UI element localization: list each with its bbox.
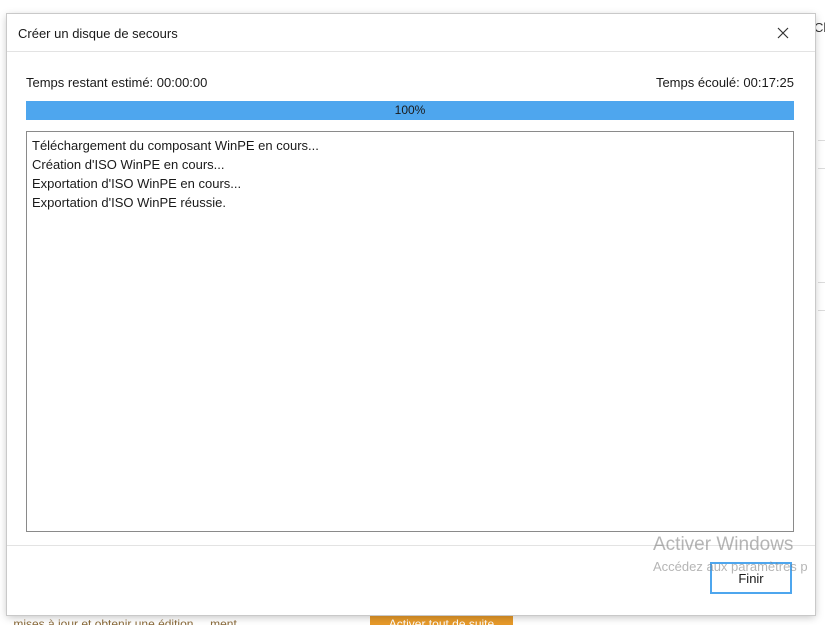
progress-bar: 100% (26, 101, 794, 120)
log-line: Exportation d'ISO WinPE réussie. (32, 195, 226, 210)
log-line: Création d'ISO WinPE en cours... (32, 157, 225, 172)
estimated-time-remaining: Temps restant estimé: 00:00:00 (26, 75, 208, 90)
finish-button[interactable]: Finir (710, 562, 792, 594)
elapsed-time: Temps écoulé: 00:17:25 (655, 75, 794, 90)
dialog-titlebar: Créer un disque de secours (7, 14, 815, 52)
close-button[interactable] (771, 22, 795, 44)
footer-divider (7, 545, 815, 546)
log-line: Téléchargement du composant WinPE en cou… (32, 138, 319, 153)
background-footer-text: ... mises à jour et obtenir une édition … (0, 617, 237, 625)
activate-now-button[interactable]: Activer tout de suite (370, 616, 513, 625)
log-output-box: Téléchargement du composant WinPE en cou… (26, 131, 794, 532)
close-icon (777, 27, 789, 39)
background-divider (818, 140, 825, 141)
progress-percent-label: 100% (394, 103, 426, 117)
rescue-disk-dialog: Créer un disque de secours Temps restant… (7, 14, 815, 615)
background-right-strip (815, 14, 825, 614)
log-line: Exportation d'ISO WinPE en cours... (32, 176, 242, 191)
dialog-title: Créer un disque de secours (18, 26, 178, 41)
background-divider (818, 168, 825, 169)
background-right-text: Cl (814, 20, 825, 35)
background-divider (818, 282, 825, 283)
background-divider (818, 310, 825, 311)
